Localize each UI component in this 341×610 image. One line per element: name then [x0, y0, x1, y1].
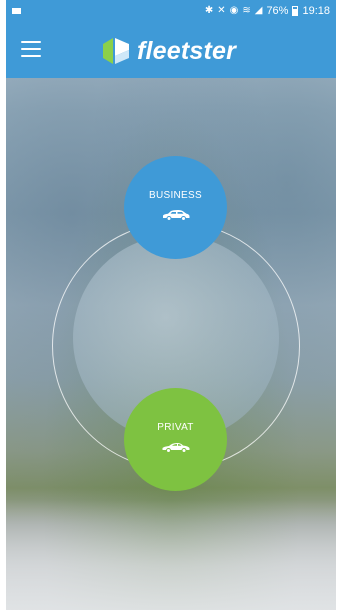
mute-icon: ✕ [217, 5, 226, 16]
background-fade [6, 500, 336, 610]
sports-car-icon [162, 443, 189, 453]
sedan-car-icon [162, 210, 189, 221]
business-mode-button[interactable]: BUSINESS [124, 156, 227, 259]
business-label: BUSINESS [149, 190, 202, 201]
fleetster-logo-icon [103, 38, 129, 64]
bluetooth-icon: ✱ [204, 5, 214, 16]
hamburger-menu-icon[interactable] [21, 41, 41, 57]
battery-percent: 76% [266, 5, 289, 17]
privat-label: PRIVAT [157, 422, 194, 433]
alarm-icon: ◉ [229, 5, 239, 16]
app-title: fleetster [137, 36, 237, 65]
mail-icon [12, 8, 21, 14]
privat-mode-button[interactable]: PRIVAT [124, 388, 227, 491]
app-logo: fleetster [99, 36, 236, 66]
app-screen: ✱ ✕ ◉ ≋ ◢ 76% 19:18 fleetster BUSINESS P… [6, 0, 336, 610]
status-bar: ✱ ✕ ◉ ≋ ◢ 76% 19:18 [6, 0, 336, 22]
wifi-icon: ≋ [242, 5, 251, 16]
app-bar: fleetster [6, 22, 336, 78]
clock: 19:18 [302, 5, 330, 17]
signal-icon: ◢ [254, 5, 263, 16]
battery-icon [292, 6, 299, 16]
